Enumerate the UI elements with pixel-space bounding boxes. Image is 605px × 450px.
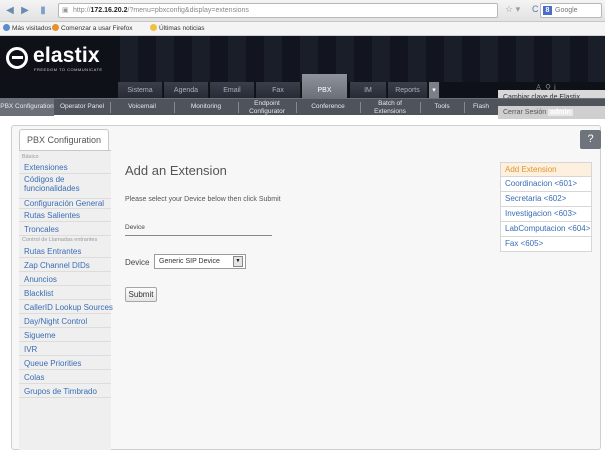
menu-item-blacklist[interactable]: Blacklist [19,289,111,300]
submenu-divider [360,102,361,113]
content-tab-pbx-configuration[interactable]: PBX Configuration [19,129,109,150]
section-heading-basic: Básico [22,154,39,160]
page-icon: ▣ [62,7,69,14]
menu-item-callerid-lookup[interactable]: CallerID Lookup Sources [19,303,113,314]
menu-item-colas[interactable]: Colas [19,373,111,384]
tab-more-chevron-icon[interactable]: ▾ [429,82,440,98]
tab-pbx[interactable]: PBX [302,74,348,98]
menu-item-configuracion-general[interactable]: Configuración General [19,198,111,209]
menu-item-day-night-control[interactable]: Day/Night Control [19,317,111,328]
submenu-flash[interactable]: Flash [466,99,496,116]
section-divider [125,235,272,236]
extension-item[interactable]: Coordinacion <601> [500,177,592,192]
bookmark-label: Comenzar a usar Firefox [61,25,133,32]
url-prefix: http:// [73,7,91,14]
submenu-pbx-configuration[interactable]: PBX Configuration [0,99,54,116]
rss-icon [150,24,157,31]
signal-icon: ▮ [40,5,46,16]
tab-email[interactable]: Email [210,82,255,98]
section-heading-inbound: Control de Llamadas entrantes [22,237,98,243]
bookmark-star-icon[interactable]: ☆ ▾ [505,4,520,15]
logo-wordmark: elastix [33,44,100,67]
search-placeholder: Google [555,7,578,14]
menu-item-rutas-entrantes[interactable]: Rutas Entrantes [19,247,111,258]
menu-item-sigueme[interactable]: Sigueme [19,331,111,342]
username: admin [548,109,573,116]
menu-item-anuncios[interactable]: Anuncios [19,275,111,286]
submenu-divider [238,102,239,113]
extension-item[interactable]: Fax <605> [500,237,592,252]
device-section-heading: Device [125,224,145,231]
browser-toolbar: ◀ ▶ ▮ ▣ http://172.16.20.2/?menu=pbxconf… [0,0,605,22]
submenu-endpoint-configurator[interactable]: Endpoint Configurator [240,99,294,116]
logo-tagline: FREEDOM TO COMMUNICATE [34,67,103,72]
submenu-monitoring[interactable]: Monitoring [176,99,236,116]
bookmark-news[interactable]: Últimas noticias [150,22,205,36]
menu-item-troncales[interactable]: Troncales [19,225,111,236]
submenu-conference[interactable]: Conference [298,99,358,116]
bookmark-label: Últimas noticias [159,25,205,32]
menu-item-codigos[interactable]: Códigos de funcionalidades [19,175,99,196]
help-button[interactable]: ? [580,130,601,149]
instruction-text: Please select your Device below then cli… [125,196,281,203]
bookmarks-bar: Más visitados Comenzar a usar Firefox Úl… [0,22,605,36]
pbx-side-menu: Básico Extensiones Códigos de funcionali… [19,150,113,450]
device-label: Device [125,258,150,267]
url-path: /?menu=pbxconfig&display=extensions [127,7,249,14]
bookmark-icon [3,24,10,31]
tab-im[interactable]: IM [350,82,387,98]
bookmark-label: Más visitados [12,25,52,32]
back-arrow-icon[interactable]: ◀ [3,4,17,18]
tab-fax[interactable]: Fax [256,82,301,98]
page-title: Add an Extension [125,163,227,178]
extension-item[interactable]: Secretaria <602> [500,192,592,207]
reload-icon[interactable]: C [532,4,539,14]
menu-item-extensiones[interactable]: Extensiones [19,163,111,174]
elastix-logo[interactable]: elastix FREEDOM TO COMMUNICATE [6,44,116,75]
app-header: elastix FREEDOM TO COMMUNICATE Sistema A… [0,36,605,98]
menu-item-rutas-salientes[interactable]: Rutas Salientes [19,211,111,222]
bookmark-most-visited[interactable]: Más visitados [3,22,51,36]
search-input[interactable]: 8 Google [540,3,602,18]
menu-item-zap-channel-dids[interactable]: Zap Channel DIDs [19,261,111,272]
submenu-tools[interactable]: Tools [422,99,462,116]
url-input[interactable]: ▣ http://172.16.20.2/?menu=pbxconfig&dis… [58,3,498,18]
submenu-operator-panel[interactable]: Operator Panel [56,99,108,116]
logo-mark-icon [6,47,28,69]
device-select[interactable]: Generic SIP Device ▼ [154,254,246,269]
url-host: 172.16.20.2 [90,7,128,14]
logout-link[interactable]: Cerrar Sesión admin [498,106,605,119]
menu-item-queue-priorities[interactable]: Queue Priorities [19,359,111,370]
submenu-divider [110,102,111,113]
submenu-divider [174,102,175,113]
add-extension-link[interactable]: Add Extension [500,162,592,177]
submenu-voicemail[interactable]: Voicemail [112,99,172,116]
menu-item-grupos-timbrado[interactable]: Grupos de Timbrado [19,387,111,398]
submenu-batch-extensions[interactable]: Batch of Extensions [362,99,418,116]
submit-button[interactable]: Submit [125,287,157,302]
logout-label: Cerrar Sesión [503,109,547,116]
submenu-divider [296,102,297,113]
extension-item[interactable]: LabComputacion <604> [500,222,592,237]
dropdown-arrow-icon[interactable]: ▼ [233,256,243,267]
extension-item[interactable]: Investigacion <603> [500,207,592,222]
google-icon: 8 [543,6,552,15]
header-background [120,36,605,82]
submenu-divider [464,102,465,113]
forward-arrow-icon[interactable]: ▶ [18,4,32,18]
bookmark-getting-started[interactable]: Comenzar a usar Firefox [52,22,133,36]
menu-item-ivr[interactable]: IVR [19,345,111,356]
firefox-icon [52,24,59,31]
submenu-divider [420,102,421,113]
tab-agenda[interactable]: Agenda [164,82,209,98]
tab-sistema[interactable]: Sistema [118,82,163,98]
tab-reports[interactable]: Reports [388,82,428,98]
device-select-value: Generic SIP Device [159,258,220,265]
